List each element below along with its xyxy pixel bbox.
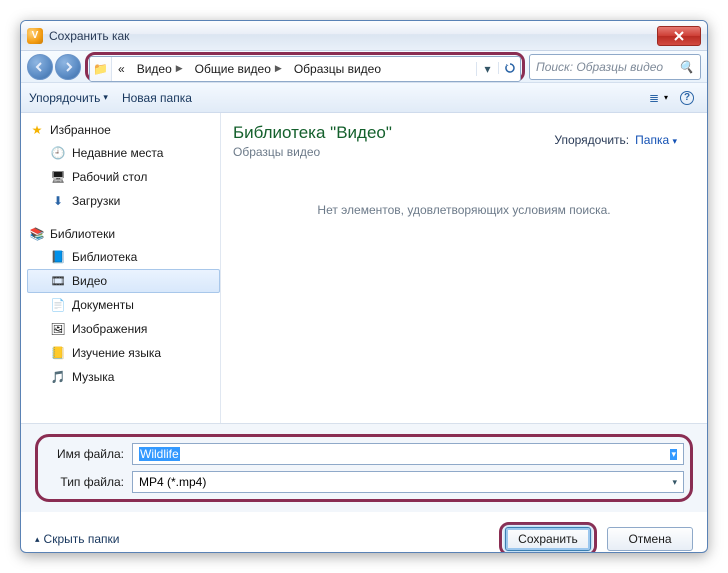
sidebar-group-libraries[interactable]: 📚Библиотеки [27,223,220,245]
hide-folders-toggle[interactable]: ▴ Скрыть папки [35,532,119,546]
nav-forward-button[interactable] [55,54,81,80]
chevron-down-icon: ▾ [672,136,677,146]
sidebar: ★Избранное 🕘Недавние места 🖥Рабочий стол… [21,113,221,423]
sidebar-item-images[interactable]: 🖼Изображения [27,317,220,341]
refresh-icon [504,62,516,74]
window-title: Сохранить как [49,29,129,43]
recent-icon: 🕘 [50,145,66,161]
star-icon: ★ [29,122,45,138]
address-bar[interactable]: 📁 « Видео▶ Общие видео▶ Образцы видео ▾ [89,56,521,82]
save-button[interactable]: Сохранить [505,527,591,551]
desktop-icon: 🖥 [50,169,66,185]
search-input[interactable]: Поиск: Образцы видео 🔍 [529,54,701,80]
sidebar-item-language[interactable]: 📒Изучение языка [27,341,220,365]
view-mode-button[interactable]: ≣▾ [645,88,669,108]
sidebar-item-recent[interactable]: 🕘Недавние места [27,141,220,165]
chevron-right-icon: ▶ [176,63,183,74]
content-pane: Библиотека "Видео" Образцы видео Упорядо… [221,113,707,423]
chevron-down-icon[interactable]: ▾ [670,449,677,460]
address-dropdown[interactable]: ▾ [476,62,498,76]
sort-dropdown[interactable]: Папка ▾ [635,133,677,147]
empty-message: Нет элементов, удовлетворяющих условиям … [233,203,695,217]
language-icon: 📒 [50,345,66,361]
library-icon: 📘 [50,249,66,265]
filename-label: Имя файла: [44,447,132,461]
filetype-label: Тип файла: [44,475,132,489]
sidebar-item-library[interactable]: 📘Библиотека [27,245,220,269]
filetype-select[interactable]: MP4 (*.mp4)▾ [132,471,684,493]
organize-menu[interactable]: Упорядочить ▾ [29,91,108,105]
library-subtitle: Образцы видео [233,145,695,159]
titlebar[interactable]: V Сохранить как [21,21,707,51]
arrow-right-icon [63,62,73,72]
chevron-down-icon[interactable]: ▾ [672,477,677,488]
help-icon: ? [680,91,694,105]
close-icon [674,31,684,41]
breadcrumb-item[interactable]: Образцы видео [288,57,387,81]
close-button[interactable] [657,26,701,46]
search-icon: 🔍 [678,59,694,75]
new-folder-button[interactable]: Новая папка [122,91,192,105]
sidebar-group-favorites[interactable]: ★Избранное [27,119,220,141]
breadcrumb-item[interactable]: Общие видео▶ [189,57,288,81]
downloads-icon: ⬇ [50,193,66,209]
filename-input[interactable]: Wildlife▾ [132,443,684,465]
sidebar-item-downloads[interactable]: ⬇Загрузки [27,189,220,213]
sidebar-item-documents[interactable]: 📄Документы [27,293,220,317]
documents-icon: 📄 [50,297,66,313]
toolbar: Упорядочить ▾ Новая папка ≣▾ ? [21,83,707,113]
save-as-dialog: V Сохранить как 📁 « Видео▶ Общие видео▶ … [20,20,708,553]
video-icon: 🎞 [50,273,66,289]
chevron-down-icon: ▾ [664,93,668,102]
breadcrumb-item[interactable]: Видео▶ [131,57,189,81]
sidebar-item-video[interactable]: 🎞Видео [27,269,220,293]
sidebar-item-music[interactable]: 🎵Музыка [27,365,220,389]
chevron-up-icon: ▴ [35,534,40,545]
view-icon: ≣ [646,90,662,106]
arrow-left-icon [35,62,45,72]
chevron-right-icon: ▶ [275,63,282,74]
chevron-down-icon: ▾ [103,92,108,103]
help-button[interactable]: ? [675,88,699,108]
music-icon: 🎵 [50,369,66,385]
cancel-button[interactable]: Отмена [607,527,693,551]
breadcrumb-prefix[interactable]: « [112,57,131,81]
folder-icon: 📁 [90,57,112,81]
app-icon: V [27,28,43,44]
libraries-icon: 📚 [29,226,45,242]
nav-row: 📁 « Видео▶ Общие видео▶ Образцы видео ▾ … [21,51,707,83]
refresh-button[interactable] [498,62,520,74]
search-placeholder: Поиск: Образцы видео [536,60,663,74]
sort-label: Упорядочить: [554,133,629,147]
images-icon: 🖼 [50,321,66,337]
sidebar-item-desktop[interactable]: 🖥Рабочий стол [27,165,220,189]
nav-back-button[interactable] [27,54,53,80]
